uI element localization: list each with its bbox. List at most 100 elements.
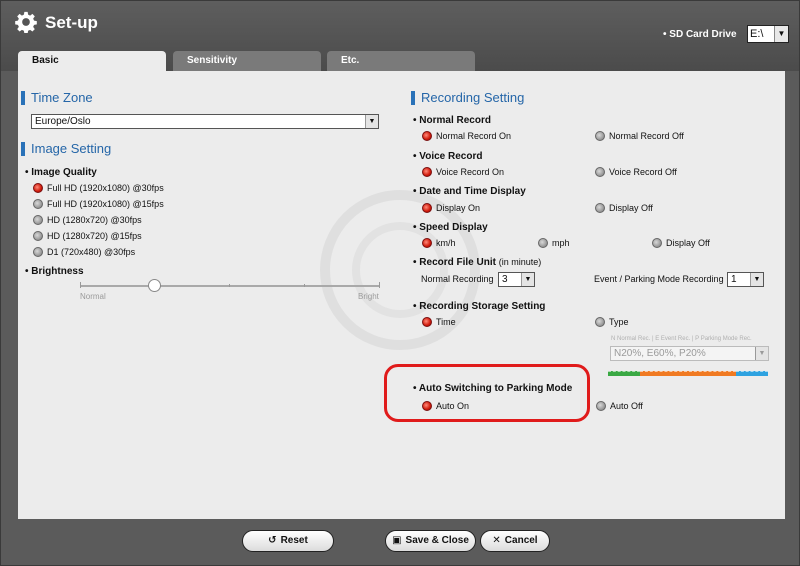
cancel-button-label: Cancel: [504, 535, 538, 546]
close-icon: ✕: [492, 535, 501, 546]
slider-tick: [304, 284, 305, 287]
file-unit-text: Record File Unit: [419, 257, 496, 268]
chevron-down-icon[interactable]: ▼: [774, 26, 788, 42]
quality-option-3[interactable]: HD (1280x720) @30fps: [33, 214, 142, 226]
window-title: Set-up: [45, 13, 98, 32]
storage-type-radio[interactable]: Type: [595, 316, 629, 328]
speed-display-label: Speed Display: [413, 222, 487, 233]
quality-option-2[interactable]: Full HD (1920x1080) @15fps: [33, 198, 164, 210]
parking-ratio-segment: [736, 371, 768, 376]
voice-record-label: Voice Record: [413, 151, 482, 162]
radio-icon: [595, 203, 605, 213]
sd-card-label: • SD Card Drive: [663, 29, 737, 40]
radio-selected-icon: [422, 238, 432, 248]
highlight-annotation: [384, 364, 590, 422]
option-label: Type: [609, 317, 629, 327]
quality-option-4[interactable]: HD (1280x720) @15fps: [33, 230, 142, 242]
storage-setting-label: Recording Storage Setting: [413, 301, 545, 312]
storage-ratio-bar: [608, 371, 768, 376]
normal-recording-select[interactable]: 3 ▼: [498, 272, 535, 287]
radio-selected-icon: [33, 183, 43, 193]
cancel-button[interactable]: ✕ Cancel: [480, 530, 550, 552]
auto-off-radio[interactable]: Auto Off: [596, 400, 643, 412]
parking-recording-select[interactable]: 1 ▼: [727, 272, 764, 287]
date-time-on-radio[interactable]: Display On: [422, 202, 480, 214]
radio-selected-icon: [422, 317, 432, 327]
radio-selected-icon: [422, 167, 432, 177]
storage-time-radio[interactable]: Time: [422, 316, 456, 328]
option-label: Display On: [436, 203, 481, 213]
radio-icon: [595, 131, 605, 141]
radio-icon: [33, 247, 43, 257]
voice-record-on-radio[interactable]: Voice Record On: [422, 166, 504, 178]
save-close-button[interactable]: ▣ Save & Close: [385, 530, 476, 552]
brightness-max-label: Bright: [358, 292, 379, 301]
speed-mph-radio[interactable]: mph: [538, 237, 570, 249]
radio-icon: [595, 317, 605, 327]
brightness-min-label: Normal: [80, 292, 106, 301]
date-time-off-radio[interactable]: Display Off: [595, 202, 653, 214]
option-label: D1 (720x480) @30fps: [47, 247, 136, 257]
speed-kmh-radio[interactable]: km/h: [422, 237, 456, 249]
radio-icon: [33, 199, 43, 209]
save-close-button-label: Save & Close: [405, 535, 469, 546]
event-ratio-segment: [640, 371, 736, 376]
tab-basic[interactable]: Basic: [18, 51, 166, 71]
image-quality-label: Image Quality: [25, 167, 97, 178]
storage-ratio-select[interactable]: N20%, E60%, P20% ▼: [610, 346, 769, 361]
option-label: HD (1280x720) @30fps: [47, 215, 142, 225]
gear-icon: [15, 11, 37, 33]
option-label: mph: [552, 238, 570, 248]
option-label: Voice Record Off: [609, 167, 677, 177]
brightness-slider-thumb[interactable]: [148, 279, 161, 292]
radio-icon: [538, 238, 548, 248]
normal-record-label: Normal Record: [413, 115, 491, 126]
storage-ratio-value: N20%, E60%, P20%: [614, 348, 706, 359]
chevron-down-icon[interactable]: ▼: [521, 273, 534, 286]
voice-record-off-radio[interactable]: Voice Record Off: [595, 166, 677, 178]
option-label: km/h: [436, 238, 456, 248]
reset-button-label: Reset: [280, 535, 308, 546]
sd-card-select[interactable]: E:\ ▼: [747, 25, 789, 43]
option-label: Display Off: [609, 203, 653, 213]
reset-button[interactable]: ↺ Reset: [242, 530, 334, 552]
time-zone-value: Europe/Oslo: [35, 116, 91, 127]
slider-tick: [379, 282, 380, 288]
brightness-label: Brightness: [25, 266, 83, 277]
chevron-down-icon[interactable]: ▼: [365, 115, 378, 128]
slider-tick: [229, 284, 230, 287]
option-label: Full HD (1920x1080) @30fps: [47, 183, 164, 193]
radio-selected-icon: [422, 131, 432, 141]
option-label: Time: [436, 317, 456, 327]
option-label: Normal Record Off: [609, 131, 684, 141]
quality-option-1[interactable]: Full HD (1920x1080) @30fps: [33, 182, 164, 194]
brightness-slider-track[interactable]: [80, 285, 380, 287]
chevron-down-icon[interactable]: ▼: [750, 273, 763, 286]
chevron-down-icon[interactable]: ▼: [755, 347, 768, 360]
radio-selected-icon: [422, 203, 432, 213]
option-label: Voice Record On: [436, 167, 505, 177]
recording-setting-title: Recording Setting: [411, 90, 524, 105]
quality-option-5[interactable]: D1 (720x480) @30fps: [33, 246, 135, 258]
reset-icon: ↺: [268, 535, 277, 546]
normal-record-off-radio[interactable]: Normal Record Off: [595, 130, 684, 142]
option-label: Normal Record On: [436, 131, 512, 141]
normal-recording-value: 3: [502, 274, 508, 285]
tab-sensitivity[interactable]: Sensitivity: [173, 51, 321, 71]
option-label: HD (1280x720) @15fps: [47, 231, 142, 241]
normal-ratio-segment: [608, 371, 640, 376]
radio-icon: [33, 215, 43, 225]
radio-icon: [652, 238, 662, 248]
time-zone-select[interactable]: Europe/Oslo ▼: [31, 114, 379, 129]
image-setting-title: Image Setting: [21, 141, 111, 156]
file-unit-note: (in minute): [498, 257, 542, 267]
option-label: Full HD (1920x1080) @15fps: [47, 199, 164, 209]
option-label: Auto Off: [610, 401, 643, 411]
radio-icon: [33, 231, 43, 241]
speed-off-radio[interactable]: Display Off: [652, 237, 710, 249]
radio-icon: [595, 167, 605, 177]
time-zone-title: Time Zone: [21, 90, 93, 105]
normal-record-on-radio[interactable]: Normal Record On: [422, 130, 511, 142]
save-icon: ▣: [392, 535, 402, 546]
tab-etc[interactable]: Etc.: [327, 51, 475, 71]
